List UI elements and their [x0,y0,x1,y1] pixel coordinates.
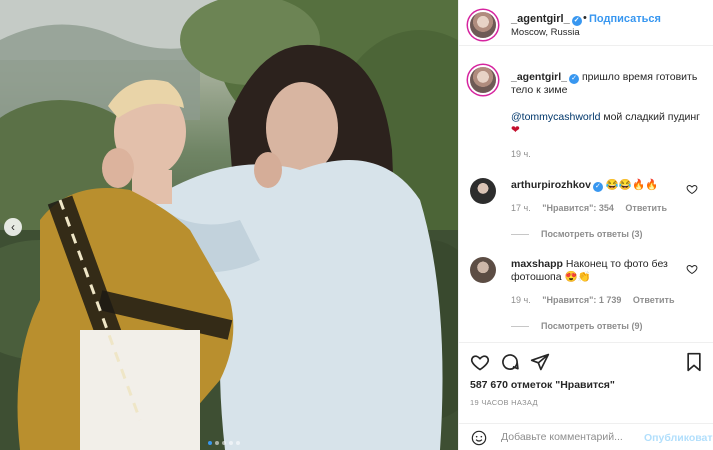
comments-list[interactable]: _agentgirl_ ✓ пришло время готовить тело … [459,47,713,339]
caption-meta: 19 ч. [511,149,531,159]
comment-avatar[interactable] [470,178,496,204]
author-avatar[interactable] [470,12,496,38]
author-username[interactable]: _agentgirl_ ✓ [511,13,582,26]
bookmark-icon[interactable] [685,352,703,372]
verified-icon: ✓ [592,182,603,192]
comment-time[interactable]: 19 ч. [511,295,531,305]
author-username-text[interactable]: _agentgirl_ [511,13,570,25]
caption-text-2: @tommycashworld мой сладкий пудинг ❤ [511,111,701,137]
view-replies-label[interactable]: Посмотреть ответы (9) [541,321,642,331]
comment-meta: 19 ч. "Нравится": 1 739 Ответить [511,295,675,305]
view-replies-button[interactable]: Посмотреть ответы (9) [511,321,642,331]
publish-button[interactable]: Опубликовать [644,432,713,444]
comment-text: maxshapp Наконец то фото без фотошопа 😍👏 [511,258,689,284]
comment-time[interactable]: 17 ч. [511,203,531,213]
caption-text: _agentgirl_ ✓ пришло время готовить тело … [511,71,701,97]
post-timestamp[interactable]: 19 ЧАСОВ НАЗАД [470,398,538,407]
comment-text: arthurpirozhkov ✓ 😂😂🔥🔥 [511,179,689,192]
post-side-panel: _agentgirl_ ✓ • Подписаться Moscow, Russi… [458,0,713,450]
location-link[interactable]: Moscow, Russia [511,27,580,38]
header-separator: • [583,12,587,24]
heart-icon[interactable] [470,352,490,372]
caption-time[interactable]: 19 ч. [511,149,531,159]
caption-avatar[interactable] [470,67,496,93]
comment-username[interactable]: arthurpirozhkov [511,179,591,191]
post-actions: 587 670 отметок "Нравится" 19 ЧАСОВ НАЗА… [459,342,713,426]
comment-username[interactable]: maxshapp [511,258,563,270]
post-photo[interactable]: ‹ [0,0,458,450]
carousel-dot [236,441,240,445]
comment-like-icon[interactable] [686,263,698,275]
replies-divider [511,234,529,236]
share-icon[interactable] [530,352,550,372]
carousel-dot [229,441,233,445]
reply-button[interactable]: Ответить [625,203,667,213]
comment-input[interactable] [501,429,641,445]
verified-icon: ✓ [569,74,580,84]
photo-illustration [0,0,458,450]
comment-body: 😂😂🔥🔥 [605,179,659,191]
comment-meta: 17 ч. "Нравится": 354 Ответить [511,203,667,213]
follow-button[interactable]: Подписаться [589,13,661,25]
carousel-dot [208,441,212,445]
add-comment-bar: Опубликовать [459,423,713,450]
emoji-icon[interactable] [471,430,487,446]
replies-divider [511,326,529,328]
comment-avatar[interactable] [470,257,496,283]
reply-button[interactable]: Ответить [633,295,675,305]
view-replies-button[interactable]: Посмотреть ответы (3) [511,229,642,239]
heart-emoji: ❤ [511,124,520,136]
instagram-post: ‹ _agentgirl_ ✓ • Подписаться Moscow, Rus… [0,0,713,450]
caption-body-2: мой сладкий пудинг [600,111,700,123]
comment-like-icon[interactable] [686,183,698,195]
view-replies-label[interactable]: Посмотреть ответы (3) [541,229,642,239]
carousel-indicator [208,441,240,445]
carousel-dot [222,441,226,445]
comment-icon[interactable] [500,352,520,372]
post-header: _agentgirl_ ✓ • Подписаться Moscow, Russi… [459,0,713,46]
verified-icon: ✓ [571,16,582,26]
mention-link[interactable]: @tommycashworld [511,111,600,123]
comment-likes[interactable]: "Нравится": 1 739 [542,295,621,305]
chevron-left-icon: ‹ [11,220,15,234]
previous-slide-button[interactable]: ‹ [4,218,22,236]
carousel-dot [215,441,219,445]
caption-username[interactable]: _agentgirl_ [511,71,567,83]
likes-count[interactable]: 587 670 отметок "Нравится" [470,379,615,391]
comment-likes[interactable]: "Нравится": 354 [542,203,614,213]
